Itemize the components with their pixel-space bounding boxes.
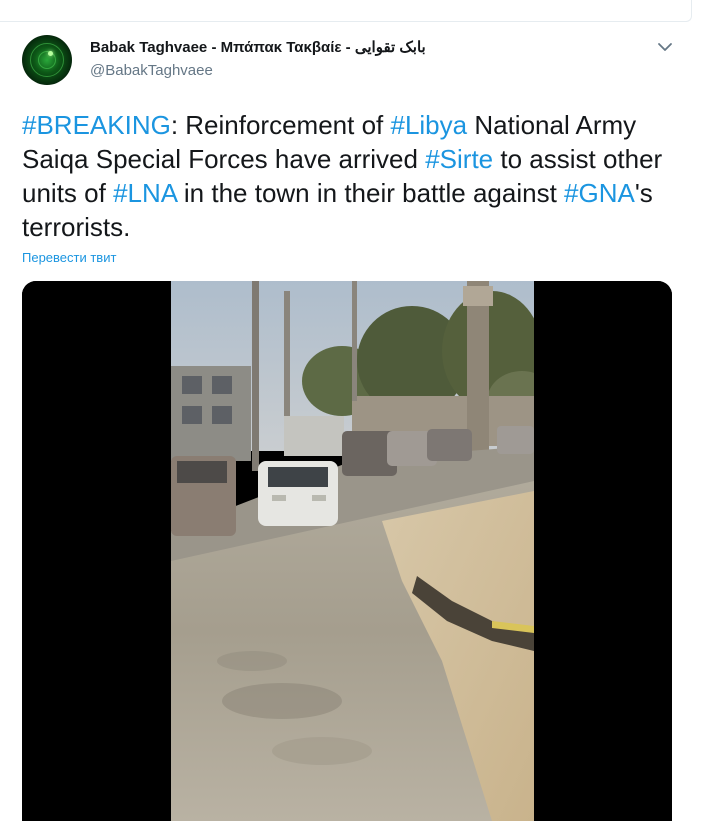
author-handle[interactable]: @BabakTaghvaee (90, 62, 213, 79)
translate-tweet-link[interactable]: Перевести твит (22, 250, 116, 265)
tweet-text-part: : Reinforcement of (170, 110, 391, 140)
hashtag-breaking[interactable]: #BREAKING (22, 110, 171, 140)
video-thumbnail (22, 281, 672, 821)
tweet-text: #BREAKING: Reinforcement of #Libya Natio… (22, 108, 682, 244)
avatar[interactable] (22, 35, 72, 85)
previous-tweet-edge (0, 0, 702, 22)
radar-ring-inner-icon (38, 51, 56, 69)
tweet-card[interactable]: Babak Taghvaee - Μπάπακ Τακβαίε - بابک ت… (6, 22, 692, 822)
radar-blip-icon (48, 51, 53, 56)
hashtag-libya[interactable]: #Libya (390, 110, 467, 140)
hashtag-gna[interactable]: #GNA (564, 178, 635, 208)
previous-card-border (0, 0, 692, 22)
hashtag-sirte[interactable]: #Sirte (425, 144, 493, 174)
hashtag-lna[interactable]: #LNA (113, 178, 177, 208)
video-player[interactable] (22, 281, 672, 821)
tweet-text-part: in the town in their battle against (176, 178, 565, 208)
chevron-down-icon[interactable] (656, 40, 674, 54)
author-display-name[interactable]: Babak Taghvaee - Μπάπακ Τακβαίε - بابک ت… (90, 38, 426, 56)
